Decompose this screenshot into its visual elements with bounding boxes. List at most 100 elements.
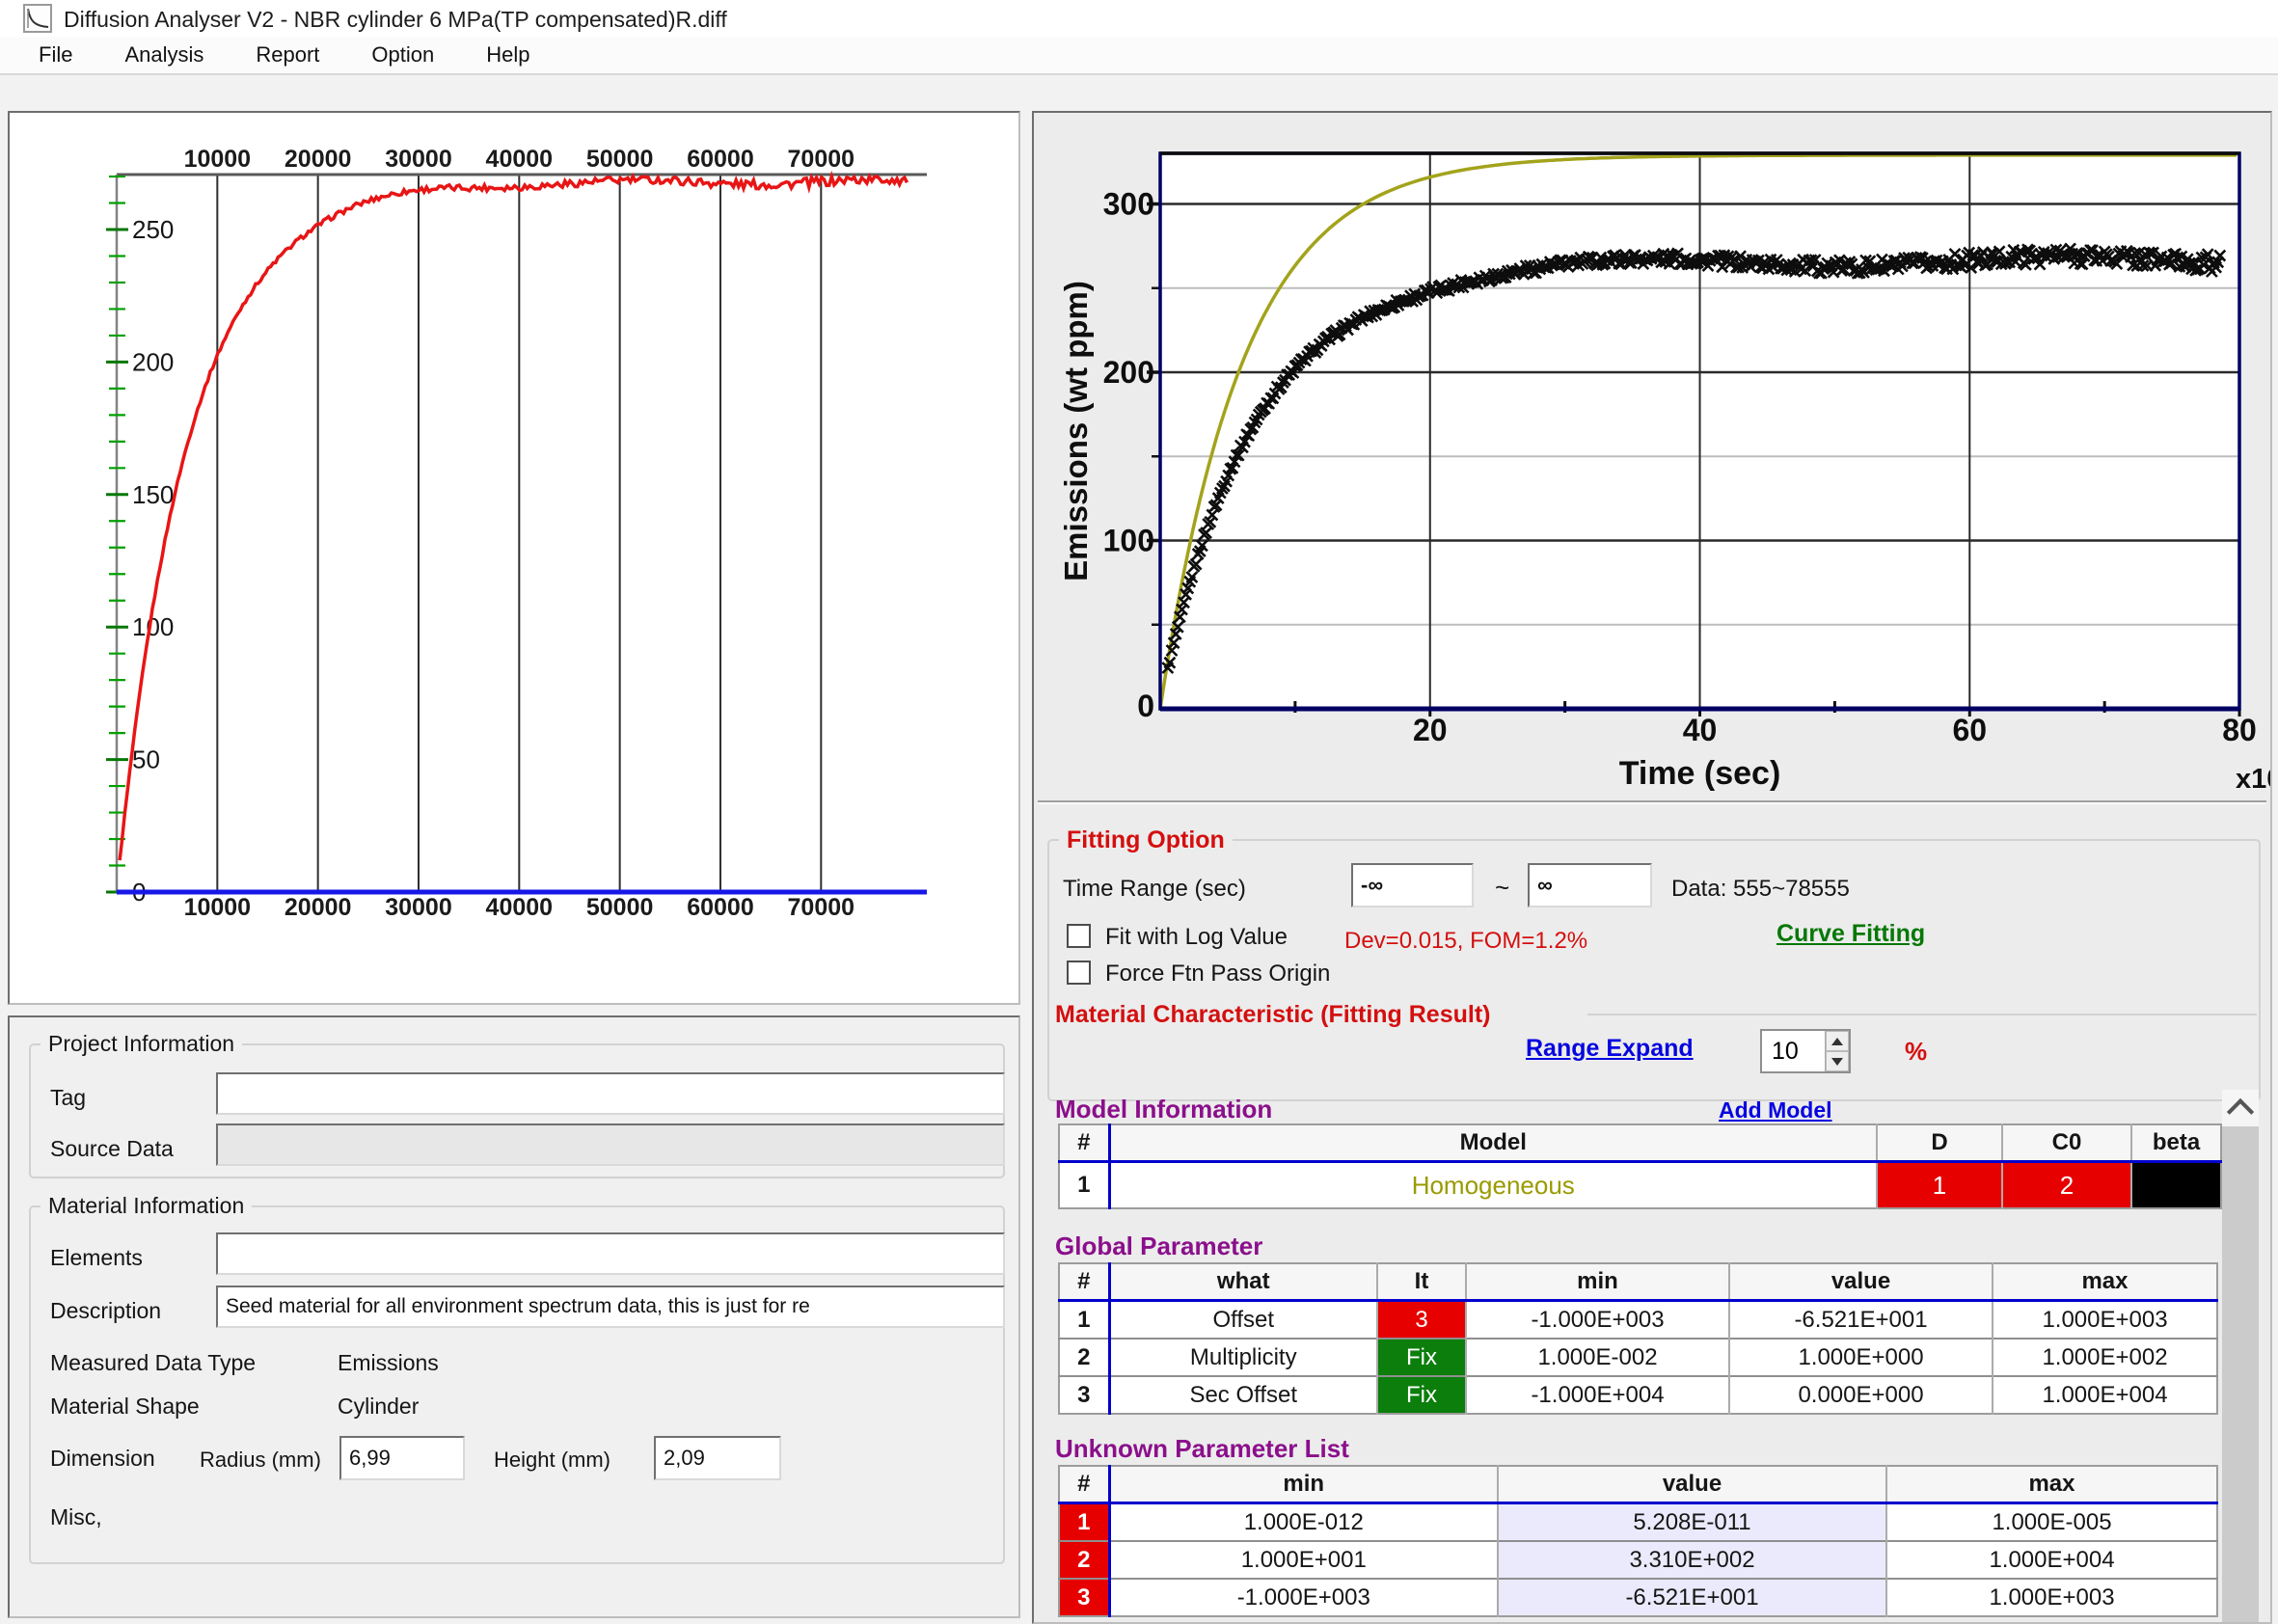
menu-analysis[interactable]: Analysis bbox=[124, 42, 203, 68]
svg-text:20: 20 bbox=[1413, 713, 1448, 747]
svg-text:300: 300 bbox=[1103, 187, 1154, 222]
range-tilde: ~ bbox=[1495, 873, 1509, 903]
gp-what-cell[interactable]: Offset bbox=[1109, 1301, 1377, 1340]
measured-data-type-label: Measured Data Type bbox=[50, 1350, 256, 1376]
range-expand-spinner[interactable] bbox=[1760, 1029, 1851, 1073]
diffusion-curve-icon bbox=[25, 6, 50, 31]
svg-text:Time (sec): Time (sec) bbox=[1619, 755, 1781, 792]
up-max-cell[interactable]: 1.000E+003 bbox=[1886, 1579, 2217, 1616]
gp-value-cell[interactable]: 1.000E+000 bbox=[1729, 1339, 1993, 1376]
table-row[interactable]: 3 Sec Offset Fix -1.000E+004 0.000E+000 … bbox=[1059, 1376, 2217, 1414]
table-row[interactable]: 1 Offset 3 -1.000E+003 -6.521E+001 1.000… bbox=[1059, 1301, 2217, 1340]
dimension-label: Dimension bbox=[50, 1446, 155, 1472]
source-data-label: Source Data bbox=[50, 1136, 174, 1162]
description-input[interactable] bbox=[216, 1286, 1005, 1328]
time-range-from-input[interactable] bbox=[1351, 863, 1474, 907]
range-expand-input[interactable] bbox=[1762, 1031, 1825, 1071]
up-value-cell[interactable]: -6.521E+001 bbox=[1498, 1579, 1886, 1616]
project-information-title: Project Information bbox=[41, 1031, 242, 1057]
elements-input[interactable] bbox=[216, 1232, 1005, 1275]
tag-input[interactable] bbox=[216, 1072, 1005, 1115]
gp-value-cell[interactable]: 0.000E+000 bbox=[1729, 1376, 1993, 1414]
gp-max-cell[interactable]: 1.000E+002 bbox=[1993, 1339, 2217, 1376]
svg-text:100: 100 bbox=[132, 612, 174, 641]
col-header-beta: beta bbox=[2131, 1124, 2221, 1162]
svg-text:80: 80 bbox=[2222, 713, 2257, 747]
scrollbar-track[interactable] bbox=[2222, 1126, 2259, 1622]
model-c0-cell[interactable]: 2 bbox=[2002, 1162, 2131, 1209]
title-bar: Diffusion Analyser V2 - NBR cylinder 6 M… bbox=[0, 0, 2278, 37]
data-range-text: Data: 555~78555 bbox=[1671, 876, 1850, 903]
spinner-down-button[interactable] bbox=[1826, 1051, 1849, 1071]
col-header-num: # bbox=[1059, 1124, 1109, 1162]
info-panel: Project Information Tag Source Data Mate… bbox=[8, 1015, 1020, 1618]
up-min-cell[interactable]: 1.000E-012 bbox=[1109, 1503, 1498, 1542]
force-origin-label: Force Ftn Pass Origin bbox=[1105, 961, 1330, 988]
up-value-cell[interactable]: 5.208E-011 bbox=[1498, 1503, 1886, 1542]
gp-min-cell[interactable]: -1.000E+003 bbox=[1466, 1301, 1729, 1340]
fit-log-checkbox[interactable] bbox=[1067, 924, 1091, 948]
radius-input[interactable] bbox=[339, 1436, 465, 1480]
up-min-cell[interactable]: 1.000E+001 bbox=[1109, 1541, 1498, 1579]
model-information-table: # Model D C0 beta 1 Homogeneous 1 2 bbox=[1058, 1123, 2222, 1209]
gp-min-cell[interactable]: 1.000E-002 bbox=[1466, 1339, 1729, 1376]
time-range-to-input[interactable] bbox=[1528, 863, 1652, 907]
svg-text:20000: 20000 bbox=[285, 146, 352, 173]
vertical-scrollbar[interactable] bbox=[2222, 1090, 2259, 1622]
measured-data-type-value: Emissions bbox=[338, 1350, 439, 1376]
gp-min-cell[interactable]: -1.000E+004 bbox=[1466, 1376, 1729, 1414]
gp-what-cell[interactable]: Multiplicity bbox=[1109, 1339, 1377, 1376]
table-row[interactable]: 2 Multiplicity Fix 1.000E-002 1.000E+000… bbox=[1059, 1339, 2217, 1376]
gp-value-cell[interactable]: -6.521E+001 bbox=[1729, 1301, 1993, 1340]
height-input[interactable] bbox=[654, 1436, 781, 1480]
model-name-cell[interactable]: Homogeneous bbox=[1109, 1162, 1877, 1209]
range-expand-link[interactable]: Range Expand bbox=[1526, 1035, 1694, 1063]
menu-bar: File Analysis Report Option Help bbox=[0, 37, 2278, 75]
scroll-up-button[interactable] bbox=[2222, 1090, 2259, 1126]
model-beta-cell[interactable] bbox=[2131, 1162, 2221, 1209]
svg-text:60000: 60000 bbox=[687, 894, 754, 921]
model-information-title: Model Information bbox=[1055, 1095, 1272, 1124]
curve-fitting-link[interactable]: Curve Fitting bbox=[1776, 920, 1925, 948]
menu-help[interactable]: Help bbox=[486, 42, 529, 68]
menu-report[interactable]: Report bbox=[256, 42, 319, 68]
menu-option[interactable]: Option bbox=[371, 42, 434, 68]
up-header-num: # bbox=[1059, 1466, 1109, 1503]
table-row[interactable]: 2 1.000E+001 3.310E+002 1.000E+004 bbox=[1059, 1541, 2217, 1579]
gp-header-min: min bbox=[1466, 1263, 1729, 1301]
menu-file[interactable]: File bbox=[39, 42, 72, 68]
svg-text:70000: 70000 bbox=[788, 146, 855, 173]
up-value-cell[interactable]: 3.310E+002 bbox=[1498, 1541, 1886, 1579]
gp-it-cell[interactable]: Fix bbox=[1377, 1376, 1466, 1414]
spinner-up-button[interactable] bbox=[1826, 1031, 1849, 1051]
svg-text:100: 100 bbox=[1103, 524, 1154, 558]
model-d-cell[interactable]: 1 bbox=[1877, 1162, 2002, 1209]
up-min-cell[interactable]: -1.000E+003 bbox=[1109, 1579, 1498, 1616]
gp-it-cell[interactable]: Fix bbox=[1377, 1339, 1466, 1376]
group-border-line bbox=[1587, 1014, 2257, 1015]
svg-text:50: 50 bbox=[132, 745, 160, 774]
time-range-label: Time Range (sec) bbox=[1063, 876, 1246, 903]
gp-max-cell[interactable]: 1.000E+003 bbox=[1993, 1301, 2217, 1340]
window-title: Diffusion Analyser V2 - NBR cylinder 6 M… bbox=[64, 7, 727, 33]
table-row[interactable]: 3 -1.000E+003 -6.521E+001 1.000E+003 bbox=[1059, 1579, 2217, 1616]
table-row[interactable]: 1 1.000E-012 5.208E-011 1.000E-005 bbox=[1059, 1503, 2217, 1542]
range-expand-unit: % bbox=[1905, 1037, 1927, 1067]
gp-what-cell[interactable]: Sec Offset bbox=[1109, 1376, 1377, 1414]
unknown-parameter-title: Unknown Parameter List bbox=[1055, 1434, 1349, 1464]
model-row[interactable]: 1 Homogeneous 1 2 bbox=[1059, 1162, 2221, 1209]
gp-max-cell[interactable]: 1.000E+004 bbox=[1993, 1376, 2217, 1414]
misc-label: Misc, bbox=[50, 1504, 102, 1530]
up-max-cell[interactable]: 1.000E-005 bbox=[1886, 1503, 2217, 1542]
force-origin-checkbox[interactable] bbox=[1067, 961, 1091, 985]
svg-text:60000: 60000 bbox=[687, 146, 754, 173]
svg-text:200: 200 bbox=[1103, 355, 1154, 390]
svg-text:30000: 30000 bbox=[385, 894, 452, 921]
gp-it-cell[interactable]: 3 bbox=[1377, 1301, 1466, 1340]
source-data-input[interactable] bbox=[216, 1123, 1005, 1166]
material-shape-label: Material Shape bbox=[50, 1394, 200, 1420]
up-header-min: min bbox=[1109, 1466, 1498, 1503]
add-model-link[interactable]: Add Model bbox=[1719, 1097, 1832, 1123]
up-max-cell[interactable]: 1.000E+004 bbox=[1886, 1541, 2217, 1579]
svg-text:250: 250 bbox=[132, 215, 174, 244]
